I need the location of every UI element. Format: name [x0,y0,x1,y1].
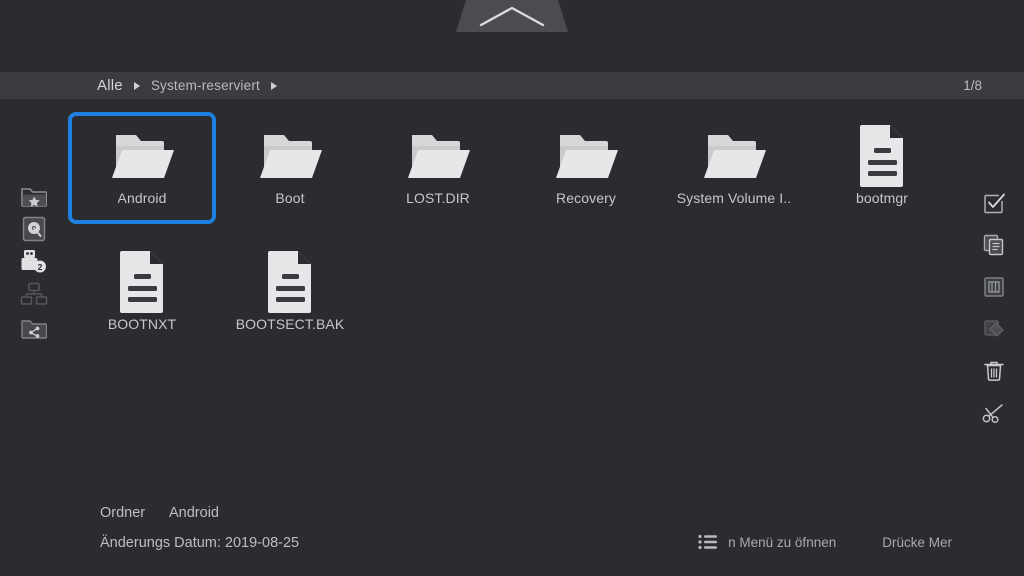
status-type-row: Ordner Android [100,498,299,528]
file-item-bootsect-bak[interactable]: BOOTSECT.BAK [216,238,364,350]
status-modified: Änderungs Datum: 2019-08-25 [100,535,300,551]
footer-hints: n Menü zu öfnnen Drücke Mer [698,534,952,550]
press-hint-label: Drücke Mer [882,534,952,550]
paste-icon [983,276,1005,298]
status-name-value: Android [169,505,219,521]
sidebar-item-internal-storage[interactable] [20,215,48,243]
folder-icon [553,120,619,190]
sidebar-item-network[interactable] [20,281,48,309]
file-item-label: BOOTSECT.BAK [235,316,345,332]
toolbar-delete[interactable] [980,357,1008,385]
list-menu-icon [698,534,718,550]
cut-paste-icon [983,318,1005,340]
grid-row: BOOTNXT BOOTSECT.BAK [68,238,958,350]
sidebar-item-shared-folder[interactable] [20,315,48,343]
grid-row: Android Boot LOST.DIR Recovery System Vo… [68,112,958,224]
network-icon [20,282,48,308]
file-item-boot[interactable]: Boot [216,112,364,224]
toolbar-copy[interactable] [980,231,1008,259]
file-item-label: LOST.DIR [406,190,470,206]
shared-folder-icon [21,317,47,341]
file-item-system-volume-information[interactable]: System Volume I.. [660,112,808,224]
select-checkbox-icon [983,192,1005,214]
file-item-bootnxt[interactable]: BOOTNXT [68,238,216,350]
breadcrumb-root[interactable]: Alle [97,77,123,94]
right-sidebar [966,99,1024,576]
breadcrumb-bar: Alle System-reserviert 1/8 [0,72,1024,99]
file-grid: Android Boot LOST.DIR Recovery System Vo… [68,112,958,350]
file-icon [854,120,910,190]
sidebar-item-favorites[interactable] [20,183,48,211]
breadcrumb: Alle System-reserviert [97,77,288,94]
file-item-label: Boot [275,190,305,206]
left-sidebar: 2 [0,99,66,576]
scissors-icon [982,402,1006,424]
breadcrumb-separator-icon [270,81,277,90]
file-item-lost-dir[interactable]: LOST.DIR [364,112,512,224]
toolbar-paste[interactable] [980,273,1008,301]
folder-icon [701,120,767,190]
trash-icon [983,360,1005,382]
sidebar-item-usb-drive[interactable]: 2 [20,247,48,275]
file-item-bootmgr[interactable]: bootmgr [808,112,956,224]
copy-icon [983,234,1005,256]
file-item-label: bootmgr [855,190,909,206]
file-item-label: BOOTNXT [107,316,177,332]
page-indicator: 1/8 [963,78,982,93]
chevron-up-icon[interactable] [456,0,568,32]
toolbar-select[interactable] [980,189,1008,217]
file-grid-area: Android Boot LOST.DIR Recovery System Vo… [0,99,1024,576]
breadcrumb-separator-icon [133,81,140,90]
file-item-label: Android [117,190,167,206]
usb-badge-count: 2 [38,262,43,272]
status-info: Ordner Android Änderungs Datum: 2019-08-2… [100,498,299,558]
toolbar-cut[interactable] [980,399,1008,427]
folder-icon [257,120,323,190]
folder-icon [109,120,175,190]
file-item-label: Recovery [556,190,616,206]
top-bar [0,0,1024,72]
file-item-recovery[interactable]: Recovery [512,112,660,224]
folder-icon [405,120,471,190]
toolbar-cut-paste[interactable] [980,315,1008,343]
menu-hint[interactable]: n Menü zu öfnnen [698,534,836,550]
breadcrumb-current[interactable]: System-reserviert [151,78,260,93]
status-type-label: Ordner [100,505,146,521]
file-item-label: System Volume I.. [676,190,792,206]
menu-hint-label: n Menü zu öfnnen [728,534,837,550]
file-icon [262,246,318,316]
usb-drive-icon: 2 [20,248,48,274]
file-manager-screen: Alle System-reserviert 1/8 Android Boot … [0,0,1024,576]
hard-drive-icon [22,216,46,242]
press-hint: Drücke Mer [882,535,952,550]
file-icon [114,246,170,316]
favorites-folder-icon [21,185,47,209]
file-item-android[interactable]: Android [68,112,216,224]
